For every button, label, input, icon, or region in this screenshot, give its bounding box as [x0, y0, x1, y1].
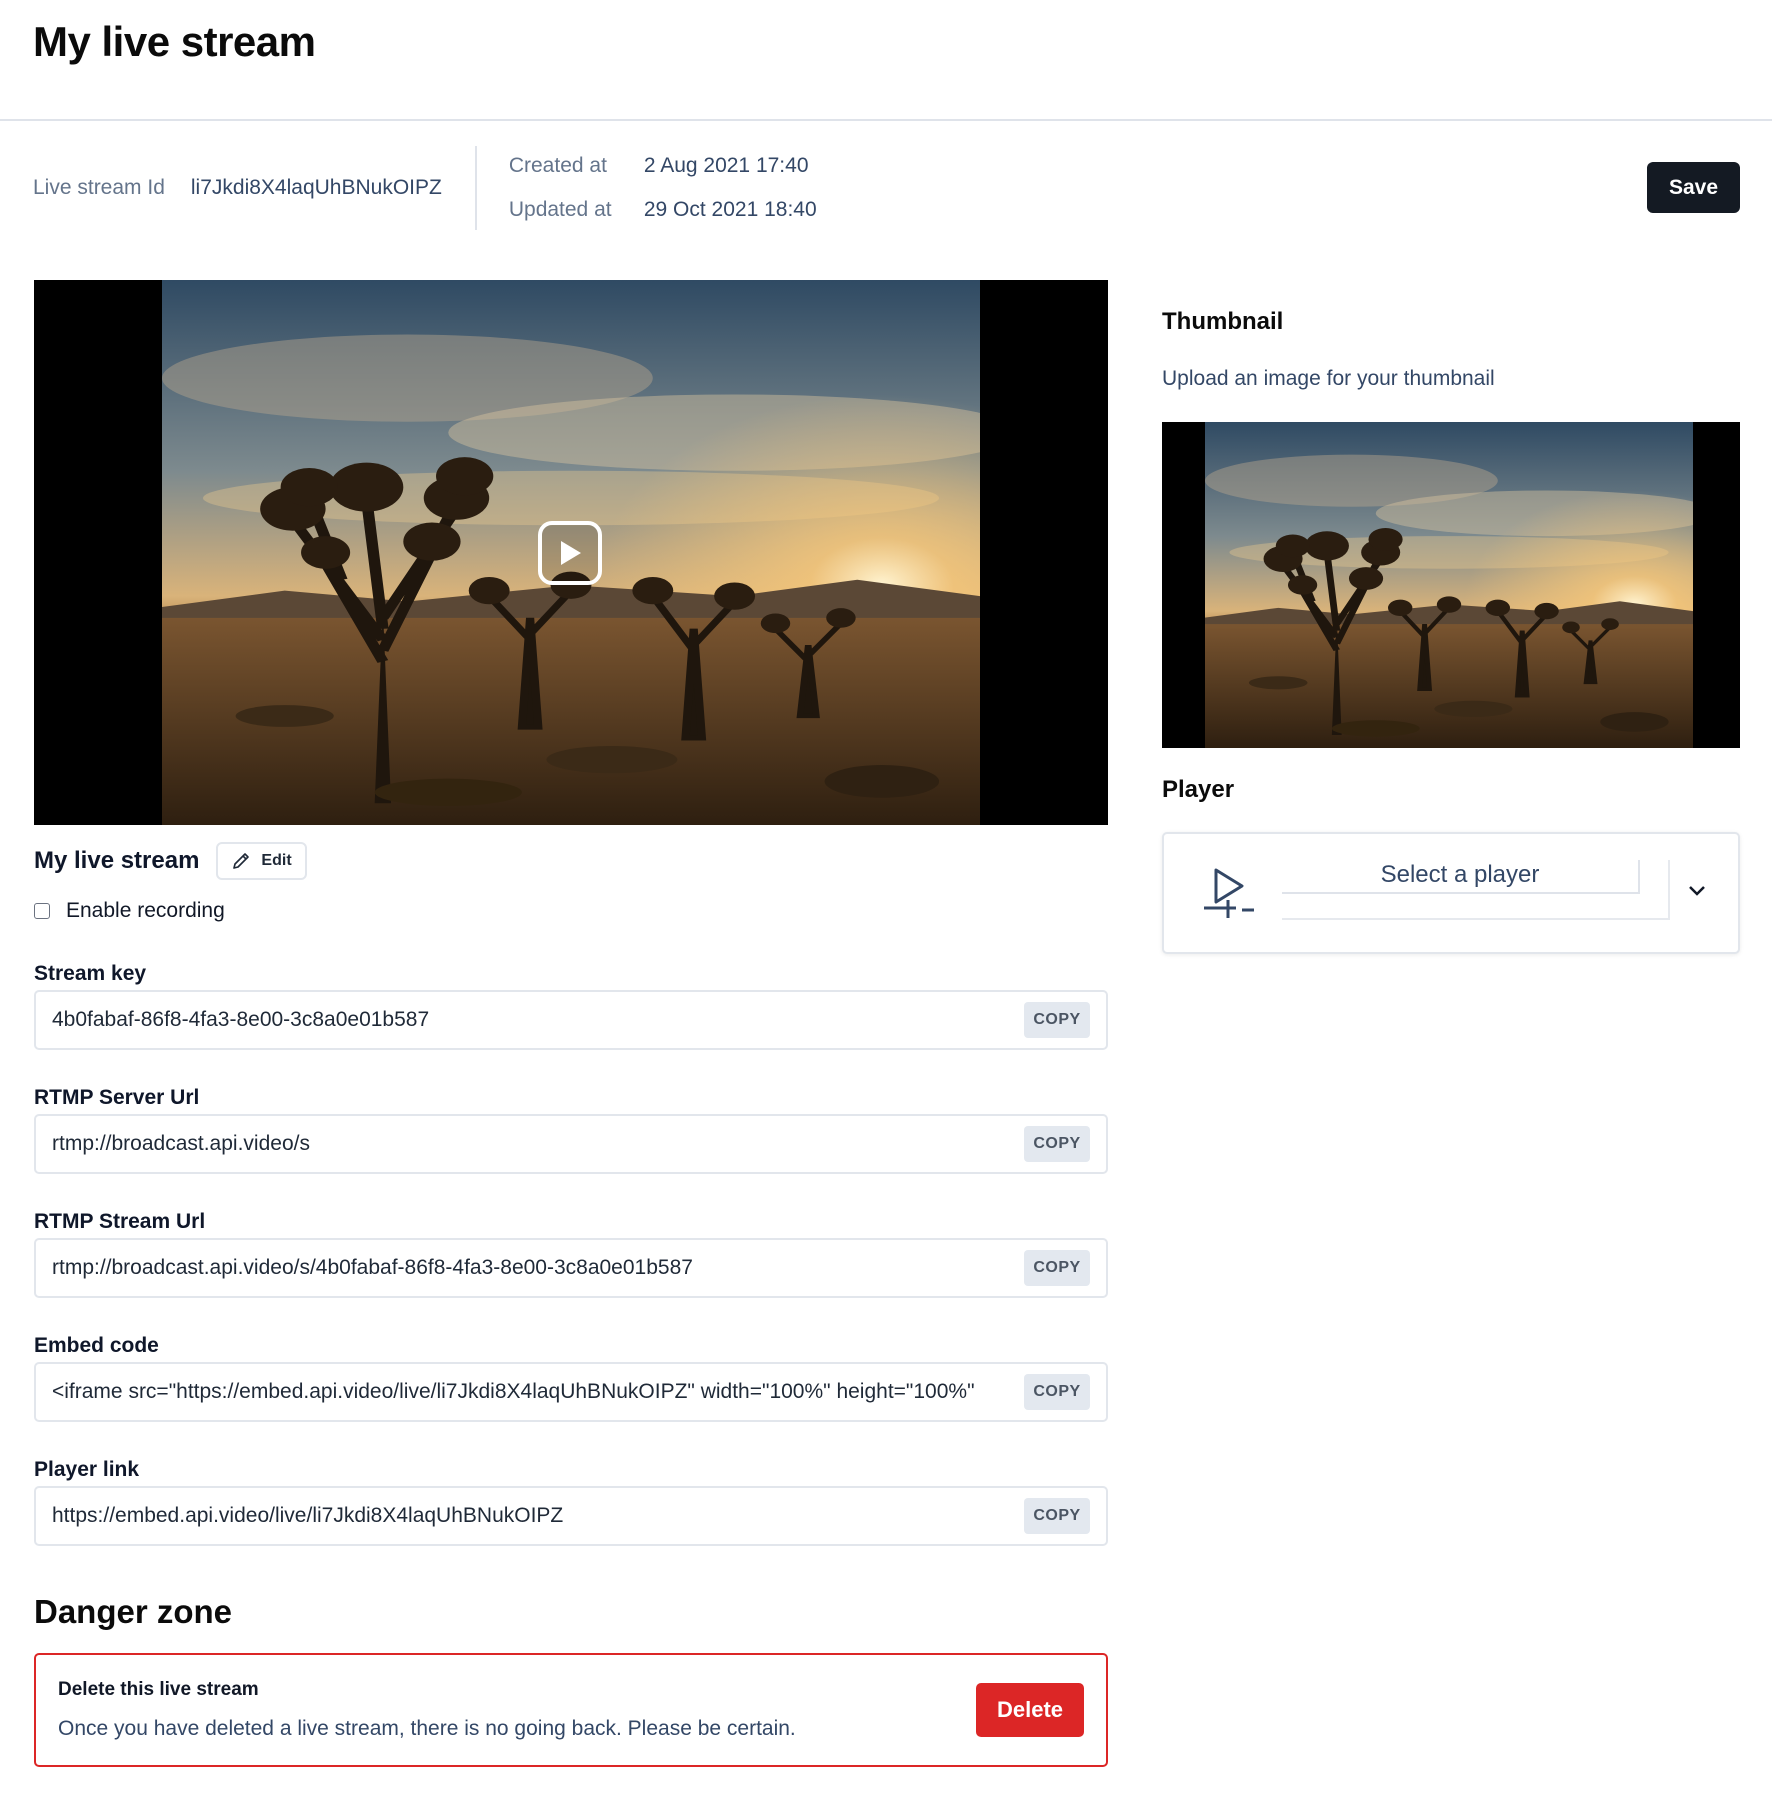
copy-player-link-button[interactable]: COPY	[1024, 1498, 1090, 1534]
danger-zone-title: Danger zone	[34, 1593, 233, 1630]
stream-meta: Live stream Id li7Jkdi8X4laqUhBNukOIPZ C…	[33, 146, 817, 230]
player-icon	[1204, 868, 1254, 918]
updated-value: 29 Oct 2021 18:40	[643, 198, 817, 221]
delete-stream-heading: Delete this live stream	[58, 1679, 259, 1700]
rtmp-server-value[interactable]: rtmp://broadcast.api.video/s	[52, 1132, 1006, 1156]
thumbnail-preview[interactable]	[1162, 422, 1740, 748]
embed-code-field: <iframe src="https://embed.api.video/liv…	[34, 1362, 1108, 1422]
player-link-value[interactable]: https://embed.api.video/live/li7Jkdi8X4l…	[52, 1504, 1006, 1528]
copy-stream-key-button[interactable]: COPY	[1024, 1002, 1090, 1038]
delete-stream-description: Once you have deleted a live stream, the…	[58, 1717, 796, 1740]
player-link-label: Player link	[34, 1458, 140, 1481]
header-divider	[0, 119, 1772, 121]
created-value: 2 Aug 2021 17:40	[643, 154, 809, 177]
enable-recording-label: Enable recording	[66, 899, 225, 922]
player-select-placeholder: Select a player	[1282, 860, 1640, 894]
stream-key-field: 4b0fabaf-86f8-4fa3-8e00-3c8a0e01b587 COP…	[34, 990, 1108, 1050]
dates-block: Created at 2 Aug 2021 17:40 Updated at 2…	[509, 154, 817, 222]
thumbnail-image	[1205, 422, 1693, 748]
thumbnail-upload-link[interactable]: Upload an image for your thumbnail	[1162, 367, 1495, 391]
player-select-area[interactable]: Select a player	[1282, 860, 1670, 920]
copy-rtmp-server-button[interactable]: COPY	[1024, 1126, 1090, 1162]
created-label: Created at	[508, 154, 607, 177]
pencil-icon	[233, 853, 250, 869]
stream-id-label: Live stream Id	[33, 176, 165, 199]
recording-row[interactable]: Enable recording	[34, 899, 225, 923]
rtmp-server-label: RTMP Server Url	[34, 1086, 200, 1109]
video-player[interactable]	[34, 280, 1108, 825]
player-title: Player	[1162, 776, 1235, 803]
player-link-field: https://embed.api.video/live/li7Jkdi8X4l…	[34, 1486, 1108, 1546]
edit-label: Edit	[261, 852, 292, 869]
stream-name: My live stream	[34, 847, 200, 874]
meta-divider	[474, 146, 477, 230]
copy-rtmp-stream-button[interactable]: COPY	[1024, 1250, 1090, 1286]
stream-id-block: Live stream Id li7Jkdi8X4laqUhBNukOIPZ	[33, 176, 442, 200]
rtmp-stream-value[interactable]: rtmp://broadcast.api.video/s/4b0fabaf-86…	[52, 1256, 1006, 1280]
stream-name-row: My live stream Edit	[34, 842, 307, 880]
play-button[interactable]	[538, 521, 602, 585]
play-icon	[561, 541, 581, 565]
stream-key-label: Stream key	[34, 962, 147, 985]
save-button[interactable]: Save	[1647, 162, 1740, 213]
rtmp-stream-field: rtmp://broadcast.api.video/s/4b0fabaf-86…	[34, 1238, 1108, 1298]
danger-zone-box: Delete this live stream Once you have de…	[34, 1653, 1108, 1767]
chevron-down-icon[interactable]	[1687, 884, 1707, 898]
edit-name-button[interactable]: Edit	[216, 842, 307, 880]
embed-code-value[interactable]: <iframe src="https://embed.api.video/liv…	[52, 1380, 1006, 1404]
stream-id-value: li7Jkdi8X4laqUhBNukOIPZ	[190, 176, 442, 199]
enable-recording-checkbox[interactable]	[34, 903, 50, 919]
rtmp-stream-label: RTMP Stream Url	[34, 1210, 206, 1233]
rtmp-server-field: rtmp://broadcast.api.video/s COPY	[34, 1114, 1108, 1174]
delete-button[interactable]: Delete	[976, 1683, 1084, 1737]
stream-key-value[interactable]: 4b0fabaf-86f8-4fa3-8e00-3c8a0e01b587	[52, 1008, 1006, 1032]
embed-code-label: Embed code	[34, 1334, 159, 1357]
copy-embed-code-button[interactable]: COPY	[1024, 1374, 1090, 1410]
player-select[interactable]: Select a player	[1162, 832, 1740, 954]
thumbnail-title: Thumbnail	[1162, 308, 1284, 335]
page-title: My live stream	[33, 18, 316, 65]
updated-label: Updated at	[508, 198, 612, 221]
